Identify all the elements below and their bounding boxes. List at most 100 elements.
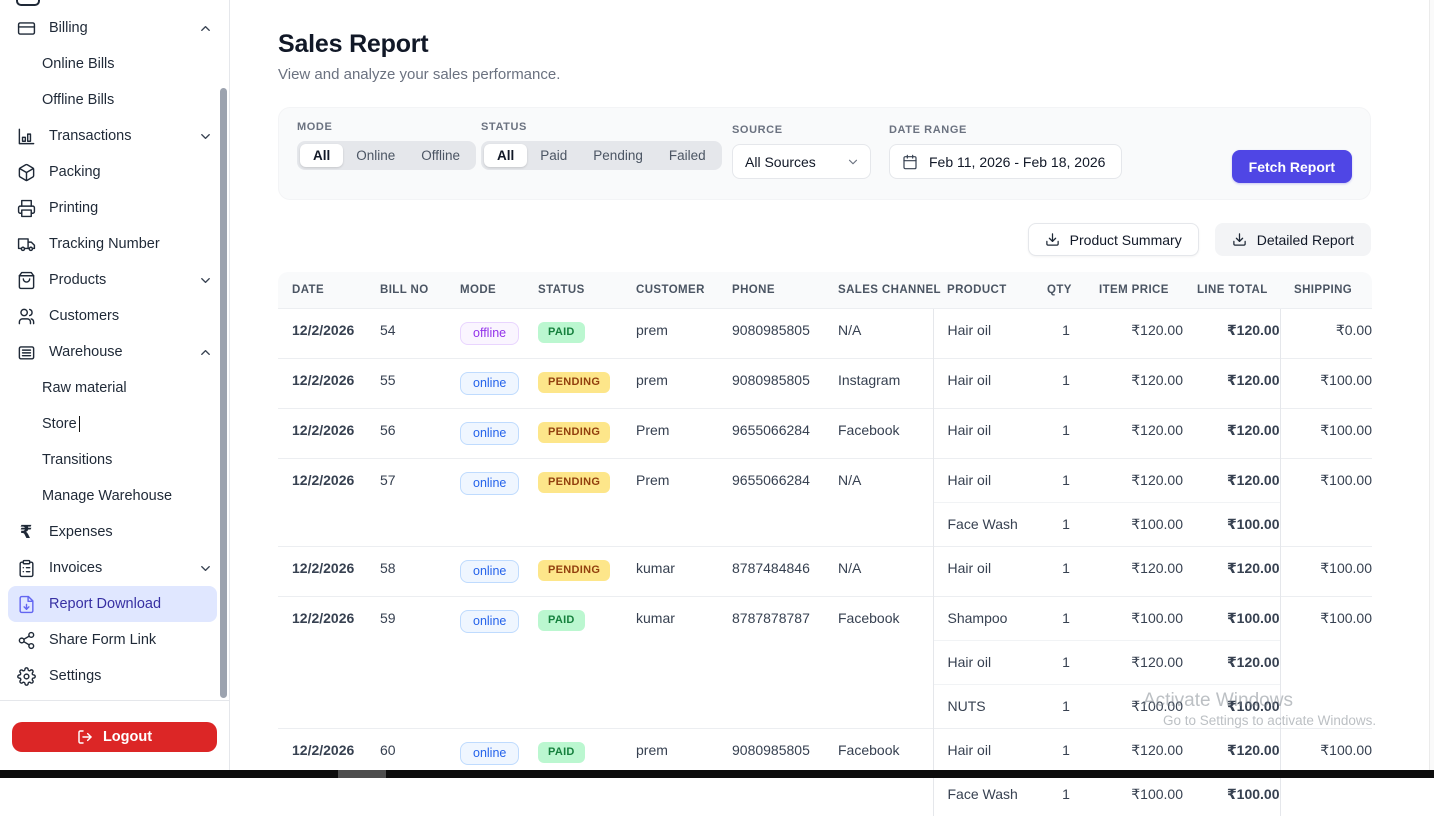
cell-date: 12/2/2026: [278, 459, 366, 547]
cell-mode: online: [446, 597, 524, 729]
cell-line-total: ₹100.00: [1183, 685, 1280, 729]
status-badge: PENDING: [538, 560, 610, 581]
sidebar-item-billing[interactable]: Billing: [0, 10, 229, 46]
mode-option-all[interactable]: All: [300, 144, 343, 167]
users-icon: [16, 306, 36, 326]
sidebar-item-printing[interactable]: Printing: [0, 190, 229, 226]
mode-option-offline[interactable]: Offline: [408, 144, 473, 167]
cell-phone: 9655066284: [718, 409, 824, 459]
sidebar-item-expenses[interactable]: ₹Expenses: [0, 514, 229, 550]
mode-badge: online: [460, 610, 519, 633]
cell-item-price: ₹120.00: [1085, 547, 1183, 597]
cell-mode: online: [446, 409, 524, 459]
source-select[interactable]: All Sources: [732, 144, 871, 179]
sidebar-subitem-online-bills[interactable]: Online Bills: [0, 46, 229, 82]
cell-product: Hair oil: [933, 641, 1033, 685]
mode-badge: online: [460, 742, 519, 765]
detailed-report-button[interactable]: Detailed Report: [1215, 223, 1371, 256]
cell-date: 12/2/2026: [278, 359, 366, 409]
export-actions: Product Summary Detailed Report: [278, 223, 1371, 256]
cell-customer: kumar: [622, 597, 718, 729]
page-horizontal-scrollbar[interactable]: [0, 770, 1434, 778]
sidebar-item-tracking-number[interactable]: Tracking Number: [0, 226, 229, 262]
column-header-line-total: LINE TOTAL: [1183, 272, 1280, 309]
detailed-report-label: Detailed Report: [1257, 232, 1354, 248]
cell-qty: 1: [1033, 309, 1085, 359]
status-option-paid[interactable]: Paid: [527, 144, 580, 167]
table-row-bill-54: 12/2/202654offlinePAIDprem9080985805N/AH…: [278, 309, 1372, 359]
sidebar-subitem-offline-bills[interactable]: Offline Bills: [0, 82, 229, 118]
mode-option-online[interactable]: Online: [343, 144, 408, 167]
sidebar-item-transactions[interactable]: Transactions: [0, 118, 229, 154]
cell-customer: prem: [622, 359, 718, 409]
sidebar-item-packing[interactable]: Packing: [0, 154, 229, 190]
column-header-bill-no: BILL NO: [366, 272, 446, 309]
sidebar-subitem-transitions[interactable]: Transitions: [0, 442, 229, 478]
cell-item-price: ₹100.00: [1085, 503, 1183, 547]
sidebar-item-products[interactable]: Products: [0, 262, 229, 298]
cell-status: PAID: [524, 309, 622, 359]
sidebar-subitem-label: Store: [42, 416, 77, 432]
table-row-bill-57: 12/2/202657onlinePENDINGPrem9655066284N/…: [278, 459, 1372, 503]
cell-product: Hair oil: [933, 459, 1033, 503]
sidebar-item-share-form-link[interactable]: Share Form Link: [0, 622, 229, 658]
cell-customer: Prem: [622, 409, 718, 459]
page-title: Sales Report: [278, 30, 1371, 59]
cell-shipping: ₹100.00: [1280, 409, 1372, 459]
cell-product: Shampoo: [933, 597, 1033, 641]
chevron-up-icon: [198, 345, 213, 360]
status-badge: PAID: [538, 742, 585, 763]
status-option-failed[interactable]: Failed: [656, 144, 719, 167]
sidebar-item-report-download[interactable]: Report Download: [8, 586, 217, 622]
status-option-all[interactable]: All: [484, 144, 527, 167]
column-header-product: PRODUCT: [933, 272, 1033, 309]
sidebar: BillingOnline BillsOffline Bills Transact…: [0, 0, 230, 778]
invoices-icon: [16, 558, 36, 578]
cell-qty: 1: [1033, 547, 1085, 597]
cell-line-total: ₹120.00: [1183, 641, 1280, 685]
chevron-down-icon: [198, 273, 213, 288]
date-range-input[interactable]: Feb 11, 2026 - Feb 18, 2026: [889, 144, 1122, 179]
sidebar-subitem-label: Transitions: [42, 452, 112, 468]
sidebar-item-label: Packing: [49, 164, 213, 180]
mode-toggle: AllOnlineOffline: [297, 141, 476, 170]
sidebar-item-warehouse[interactable]: Warehouse: [0, 334, 229, 370]
status-filter: STATUS AllPaidPendingFailed: [481, 121, 722, 170]
mode-label: MODE: [297, 121, 476, 133]
sidebar-item-customers[interactable]: Customers: [0, 298, 229, 334]
cell-qty: 1: [1033, 729, 1085, 773]
cell-shipping: ₹100.00: [1280, 547, 1372, 597]
product-summary-button[interactable]: Product Summary: [1028, 223, 1199, 256]
sidebar-item-invoices[interactable]: Invoices: [0, 550, 229, 586]
sidebar-subitem-store[interactable]: Store: [0, 406, 229, 442]
logout-button[interactable]: Logout: [12, 722, 217, 752]
sidebar-item-label: Report Download: [49, 596, 207, 612]
cell-status: PENDING: [524, 459, 622, 547]
cell-phone: 8787878787: [718, 597, 824, 729]
cell-product: Hair oil: [933, 547, 1033, 597]
cell-status: PENDING: [524, 359, 622, 409]
calendar-icon: [902, 154, 918, 170]
printer-icon: [16, 198, 36, 218]
column-header-customer: CUSTOMER: [622, 272, 718, 309]
horizontal-scrollbar-thumb[interactable]: [338, 770, 386, 778]
cell-date: 12/2/2026: [278, 409, 366, 459]
sidebar-subitem-manage-warehouse[interactable]: Manage Warehouse: [0, 478, 229, 514]
cell-sales-channel: Facebook: [824, 409, 933, 459]
sidebar-item-settings[interactable]: Settings: [0, 658, 229, 694]
cell-item-price: ₹100.00: [1085, 685, 1183, 729]
date-range-filter: DATE RANGE Feb 11, 2026 - Feb 18, 2026: [889, 124, 1122, 179]
sidebar-item-label: Expenses: [49, 524, 213, 540]
cell-status: PAID: [524, 597, 622, 729]
sidebar-divider: [0, 700, 229, 701]
cell-sales-channel: Instagram: [824, 359, 933, 409]
sidebar-subitem-raw-material[interactable]: Raw material: [0, 370, 229, 406]
sidebar-scrollbar[interactable]: [220, 88, 227, 698]
column-header-item-price: ITEM PRICE: [1085, 272, 1183, 309]
cell-qty: 1: [1033, 409, 1085, 459]
status-option-pending[interactable]: Pending: [580, 144, 656, 167]
fetch-report-button[interactable]: Fetch Report: [1232, 150, 1352, 183]
mode-filter: MODE AllOnlineOffline: [297, 121, 476, 170]
sidebar-item-label: Transactions: [49, 128, 198, 144]
page-vertical-scrollbar[interactable]: [1429, 0, 1434, 778]
